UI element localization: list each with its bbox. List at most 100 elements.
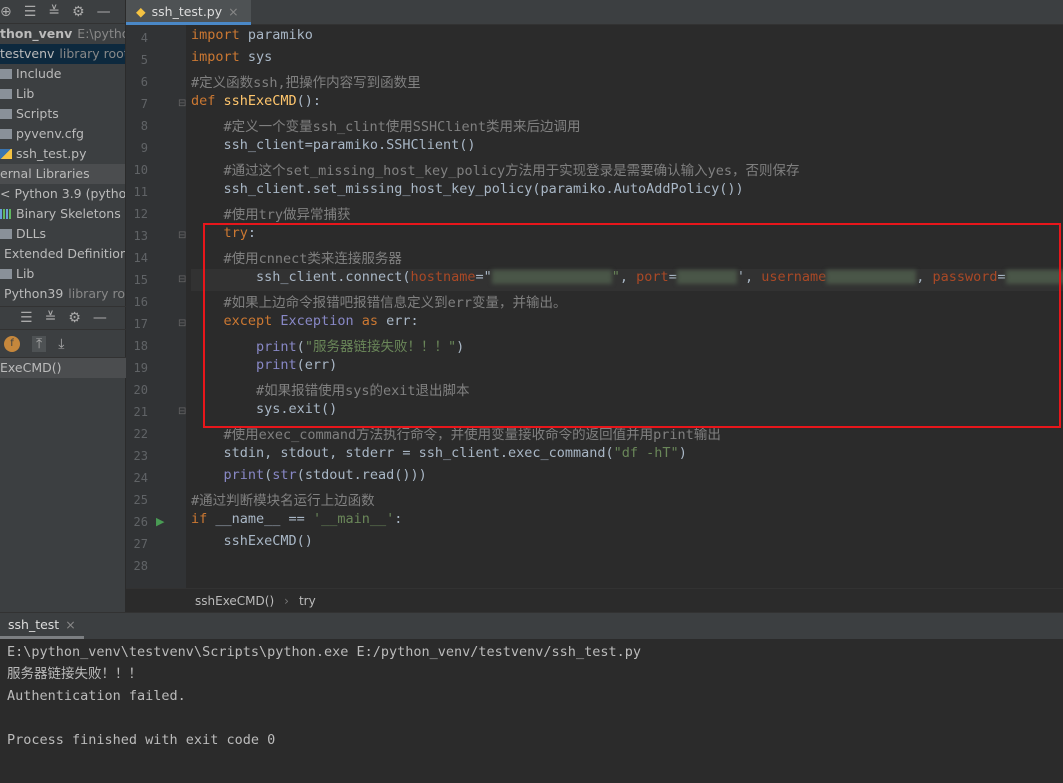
tree-item[interactable]: pyvenv.cfg	[0, 124, 125, 144]
tree-item[interactable]: testvenv library root	[0, 44, 125, 64]
line-number: 20	[133, 383, 148, 397]
run-icon[interactable]: ▶	[156, 511, 164, 533]
tree-item-label: pyvenv.cfg	[16, 126, 84, 141]
code-token: if	[191, 511, 216, 527]
fold-icon[interactable]: ⊟	[178, 93, 186, 115]
project-toolbar: ⊕ ☰ ≚ ⚙ —	[0, 0, 125, 24]
line-number: 14	[133, 251, 148, 265]
close-icon[interactable]: ×	[228, 4, 238, 19]
tree-item-label: Lib	[16, 86, 35, 101]
gear-icon[interactable]: ⚙	[68, 310, 81, 326]
tree-item[interactable]: Python39 library ro	[0, 284, 125, 304]
code-token: #使用try做异常捕获	[223, 207, 351, 223]
tree-item-hint: library ro	[68, 286, 125, 301]
code-token: #定义函数ssh,把操作内容写到函数里	[191, 75, 421, 91]
gear-icon[interactable]: ⚙	[72, 4, 85, 20]
tree-item[interactable]: Lib	[0, 264, 125, 284]
code-token: ():	[296, 93, 322, 109]
tree-item-label: Include	[16, 66, 62, 81]
structure-filters: f ⤒ ⤓	[0, 330, 126, 358]
console-line: 服务器链接失败！！！	[7, 666, 142, 682]
collapse-all-icon[interactable]: ≚	[48, 4, 60, 20]
tree-item[interactable]: ssh_test.py	[0, 144, 125, 164]
code-line[interactable]: #通过判断模块名运行上边函数	[191, 489, 375, 511]
minimize-icon[interactable]: —	[93, 310, 107, 326]
run-panel: ssh_test × E:\python_venv\testvenv\Script…	[0, 612, 1063, 783]
code-token: #使用exec_command方法执行命令，并使用变量接收命令的返回值并用pri…	[223, 427, 721, 443]
code-token: )	[678, 445, 687, 461]
close-icon[interactable]: ×	[65, 617, 75, 632]
code-token: str	[272, 467, 297, 483]
line-number: 16	[133, 295, 148, 309]
code-line[interactable]: stdin, stdout, stderr = ssh_client.exec_…	[224, 445, 687, 467]
tree-item[interactable]: Include	[0, 64, 125, 84]
code-token: __name__ ==	[215, 511, 313, 527]
fold-icon[interactable]: ⊟	[178, 401, 186, 423]
collapse-all-icon[interactable]: ≚	[45, 310, 57, 326]
fold-icon[interactable]: ⊟	[178, 313, 186, 335]
code-token: '__main__'	[312, 511, 395, 527]
python-file-icon	[0, 149, 12, 159]
config-file-icon	[0, 129, 12, 139]
code-line[interactable]: def sshExeCMD():	[191, 93, 321, 115]
code-token: :	[394, 511, 403, 527]
code-token: stdin, stdout, stderr = ssh_client.exec_…	[223, 445, 614, 461]
tree-item-label: Lib	[16, 266, 35, 281]
breadcrumb: sshExeCMD() › try	[126, 588, 1063, 612]
minimize-icon[interactable]: —	[97, 4, 111, 20]
sort-up-icon[interactable]: ⤒	[32, 335, 47, 352]
code-token: sys	[247, 49, 273, 65]
tree-item[interactable]: ernal Libraries	[0, 164, 125, 184]
code-token: ssh_client.set_missing_host_key_policy(p…	[223, 181, 744, 197]
tree-item[interactable]: Lib	[0, 84, 125, 104]
code-token: paramiko	[247, 27, 313, 43]
gutter: 4 5 6 7 ⊟ 8 9 10 11 12 13 ⊟ 14 15 ⊟ 16 17 ⊟ 18 19 20 21 ⊟ 22 23 2…	[126, 25, 186, 588]
tree-item[interactable]: Scripts	[0, 104, 125, 124]
code-line[interactable]: sshExeCMD()	[224, 533, 313, 555]
line-number: 28	[133, 559, 148, 573]
code-line[interactable]: print(str(stdout.read()))	[224, 467, 427, 489]
tab-run-ssh-test[interactable]: ssh_test ×	[0, 613, 84, 639]
code-line[interactable]: ssh_client=paramiko.SSHClient()	[224, 137, 476, 159]
tree-item-label: Python39	[4, 286, 64, 301]
fold-icon[interactable]: ⊟	[178, 269, 186, 291]
structure-item[interactable]: ExeCMD()	[0, 358, 126, 378]
tree-item-label: ernal Libraries	[0, 166, 90, 181]
code-line[interactable]: ssh_client.set_missing_host_key_policy(p…	[224, 181, 744, 203]
code-line[interactable]: #使用try做异常捕获	[224, 203, 351, 225]
breadcrumb-item[interactable]: sshExeCMD()	[195, 594, 274, 608]
tab-ssh-test[interactable]: ◆ ssh_test.py ×	[126, 0, 251, 25]
code-token: import	[191, 27, 248, 43]
code-token: def	[191, 93, 224, 109]
tree-item-label: < Python 3.9 (python_	[0, 186, 125, 201]
library-icon	[0, 209, 12, 219]
tree-root[interactable]: thon_venvE:\python_	[0, 24, 125, 44]
expand-all-icon[interactable]: ☰	[20, 310, 33, 326]
tree-item[interactable]: < Python 3.9 (python_	[0, 184, 125, 204]
line-number: 11	[133, 185, 148, 199]
line-number: 6	[140, 75, 148, 89]
folder-icon	[0, 89, 12, 99]
code-line[interactable]: if __name__ == '__main__':	[191, 511, 402, 533]
expand-all-icon[interactable]: ☰	[24, 4, 37, 20]
tree-item[interactable]: Binary Skeletons	[0, 204, 125, 224]
tree-item[interactable]: DLLs	[0, 224, 125, 244]
code-line[interactable]: #定义函数ssh,把操作内容写到函数里	[191, 71, 421, 93]
code-line[interactable]: import paramiko	[191, 27, 313, 49]
fold-icon[interactable]: ⊟	[178, 225, 186, 247]
code-line[interactable]: #定义一个变量ssh_clint使用SSHClient类用来后边调用	[224, 115, 581, 137]
breadcrumb-item[interactable]: try	[299, 594, 316, 608]
console-line: Process finished with exit code 0	[7, 732, 276, 748]
field-filter-icon[interactable]: f	[4, 335, 20, 352]
chevron-right-icon: ›	[284, 593, 289, 608]
code-line[interactable]: #通过这个set_missing_host_key_policy方法用于实现登录…	[224, 159, 800, 181]
line-number: 27	[133, 537, 148, 551]
tree-item[interactable]: Extended Definitions	[0, 244, 125, 264]
line-number: 22	[133, 427, 148, 441]
locate-icon[interactable]: ⊕	[0, 4, 12, 20]
tree-item-label: testvenv	[0, 46, 55, 61]
code-line[interactable]: import sys	[191, 49, 272, 71]
sort-down-icon[interactable]: ⤓	[58, 336, 64, 352]
line-number: 5	[140, 53, 148, 67]
line-number: 24	[133, 471, 148, 485]
